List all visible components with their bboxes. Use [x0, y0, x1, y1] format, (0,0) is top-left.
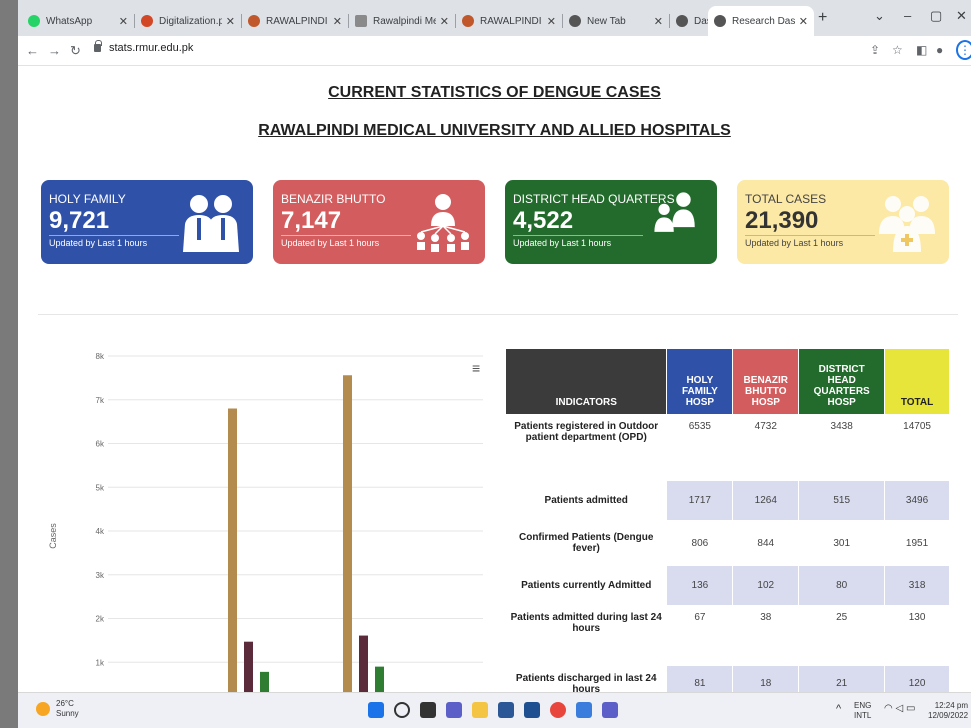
close-icon[interactable]: ✕	[654, 15, 663, 28]
header-holy-family: HOLY FAMILY HOSP	[666, 348, 734, 415]
tab-rawalpindi-medic[interactable]: Rawalpindi Medic ✕	[349, 6, 455, 36]
close-icon[interactable]: ✕	[440, 15, 449, 28]
dengue-bar-chart: 1k 2k 3k 4k 5k 6k 7k 8k Cases ≡	[38, 336, 498, 692]
url-text: stats.rmur.edu.pk	[109, 42, 194, 54]
whatsapp-icon	[28, 15, 40, 27]
y-tick-label: 6k	[96, 440, 105, 449]
table-row: Patients admitted 1717 1264 515 3496	[504, 480, 950, 521]
header-benazir-bhutto: BENAZIR BHUTTO HOSP	[732, 348, 800, 415]
address-toolbar: ← → ↻ stats.rmur.edu.pk ⇪ ☆ ◧ ● ⋮	[18, 36, 971, 66]
site-icon	[248, 15, 260, 27]
page-title: CURRENT STATISTICS OF DENGUE CASES	[328, 84, 661, 101]
doctor-patient-icon	[654, 192, 695, 232]
reload-icon[interactable]: ↻	[70, 43, 81, 59]
network-people-icon	[417, 194, 469, 252]
menu-icon[interactable]: ⋮	[956, 40, 971, 60]
tab-rawalpindi-2[interactable]: RAWALPINDI ME ✕	[456, 6, 562, 36]
bar	[359, 635, 368, 692]
y-tick-label: 8k	[96, 352, 105, 361]
search-icon[interactable]	[394, 702, 410, 718]
chevron-up-icon[interactable]: ^	[836, 704, 841, 715]
app-icon[interactable]	[576, 702, 592, 718]
weather-widget[interactable]: 26°C Sunny	[36, 699, 79, 719]
indicators-table: INDICATORS HOLY FAMILY HOSP BENAZIR BHUT…	[504, 348, 950, 692]
y-tick-label: 4k	[96, 527, 105, 536]
close-icon[interactable]: ✕	[799, 15, 808, 28]
close-icon[interactable]: ✕	[547, 15, 556, 28]
patients-icon	[879, 196, 935, 252]
site-icon	[462, 15, 474, 27]
chart-menu-icon[interactable]: ≡	[472, 360, 480, 376]
chrome-icon	[569, 15, 581, 27]
y-tick-label: 5k	[96, 483, 105, 492]
card-total-cases: TOTAL CASES 21,390 Updated by Last 1 hou…	[737, 180, 949, 264]
minimize-button[interactable]: –	[904, 8, 911, 23]
y-axis-label: Cases	[48, 523, 58, 549]
y-tick-label: 3k	[96, 571, 105, 580]
close-icon[interactable]: ✕	[119, 15, 128, 28]
clock[interactable]: 12:24 pm 12/09/2022	[928, 701, 968, 721]
profile-icon[interactable]: ●	[936, 43, 943, 57]
bar	[375, 666, 384, 692]
card-benazir-bhutto: BENAZIR BHUTTO 7,147 Updated by Last 1 h…	[273, 180, 485, 264]
globe-icon	[676, 15, 688, 27]
tab-new-tab[interactable]: New Tab ✕	[563, 6, 669, 36]
language-indicator[interactable]: ENG INTL	[854, 701, 871, 721]
bar	[244, 641, 253, 692]
y-tick-label: 7k	[96, 396, 105, 405]
bar	[228, 408, 237, 692]
bar	[343, 375, 352, 692]
header-total: TOTAL	[884, 348, 950, 415]
table-row: Patients discharged in last 24 hours 81 …	[504, 665, 950, 692]
close-window-button[interactable]: ✕	[956, 8, 967, 24]
table-row: Patients admitted during last 24 hours 6…	[504, 605, 950, 666]
page-content: CURRENT STATISTICS OF DENGUE CASES RAWAL…	[18, 66, 971, 692]
wifi-volume-battery-icons[interactable]: ◠ ◁ ▭	[884, 704, 915, 714]
card-holy-family: HOLY FAMILY 9,721 Updated by Last 1 hour…	[41, 180, 253, 264]
close-icon[interactable]: ✕	[333, 15, 342, 28]
windows-taskbar: 26°C Sunny ^ ENG INTL ◠ ◁ ▭ 12:24 pm 12/…	[18, 692, 971, 728]
close-icon[interactable]: ✕	[226, 15, 235, 28]
start-icon[interactable]	[368, 702, 384, 718]
new-tab-button[interactable]: +	[818, 9, 827, 27]
tab-research-dashboard[interactable]: Research Dashbo ✕	[708, 6, 814, 36]
table-row: Patients registered in Outdoor patient d…	[504, 414, 950, 481]
file-explorer-icon[interactable]	[472, 702, 488, 718]
powerpoint-icon	[141, 15, 153, 27]
doctors-icon	[183, 195, 239, 252]
chrome-taskbar-icon[interactable]	[550, 702, 566, 718]
lock-icon	[94, 40, 102, 52]
table-row: Patients currently Admitted 136 102 80 3…	[504, 565, 950, 606]
header-indicators: INDICATORS	[504, 348, 668, 415]
tab-digitalization[interactable]: Digitalization.ppt ✕	[135, 6, 241, 36]
forward-icon[interactable]: →	[48, 43, 61, 58]
browser-window: WhatsApp ✕ Digitalization.ppt ✕ RAWALPIN…	[18, 0, 971, 728]
y-tick-label: 2k	[96, 615, 105, 624]
sun-icon	[36, 702, 50, 716]
tab-rawalpindi-1[interactable]: RAWALPINDI ME ✕	[242, 6, 348, 36]
sidebar-icon[interactable]: ◧	[916, 43, 927, 57]
share-icon[interactable]: ⇪	[870, 43, 880, 57]
task-view-icon[interactable]	[420, 702, 436, 718]
card-district-head-quarters: DISTRICT HEAD QUARTERS 4,522 Updated by …	[505, 180, 717, 264]
back-icon[interactable]: ←	[26, 43, 39, 58]
globe-icon	[714, 15, 726, 27]
bookmark-star-icon[interactable]: ☆	[892, 43, 903, 57]
table-row: Confirmed Patients (Dengue fever) 806 84…	[504, 520, 950, 566]
tab-strip: WhatsApp ✕ Digitalization.ppt ✕ RAWALPIN…	[18, 0, 971, 36]
chat-icon[interactable]	[446, 702, 462, 718]
bar	[260, 671, 269, 692]
address-bar[interactable]: stats.rmur.edu.pk	[94, 40, 194, 54]
chart-icon	[355, 15, 367, 27]
restore-button[interactable]: ▢	[930, 8, 942, 24]
tab-whatsapp[interactable]: WhatsApp ✕	[22, 6, 134, 36]
teams-icon[interactable]	[602, 702, 618, 718]
mail-icon[interactable]	[524, 702, 540, 718]
chart-svg: 1k 2k 3k 4k 5k 6k 7k 8k Cases	[48, 352, 483, 692]
page-subtitle: RAWALPINDI MEDICAL UNIVERSITY AND ALLIED…	[258, 122, 731, 139]
tab-search-icon[interactable]: ⌄	[874, 8, 885, 24]
header-dhq: DISTRICT HEAD QUARTERS HOSP	[798, 348, 886, 415]
calculator-icon[interactable]	[498, 702, 514, 718]
y-tick-label: 1k	[96, 658, 105, 667]
